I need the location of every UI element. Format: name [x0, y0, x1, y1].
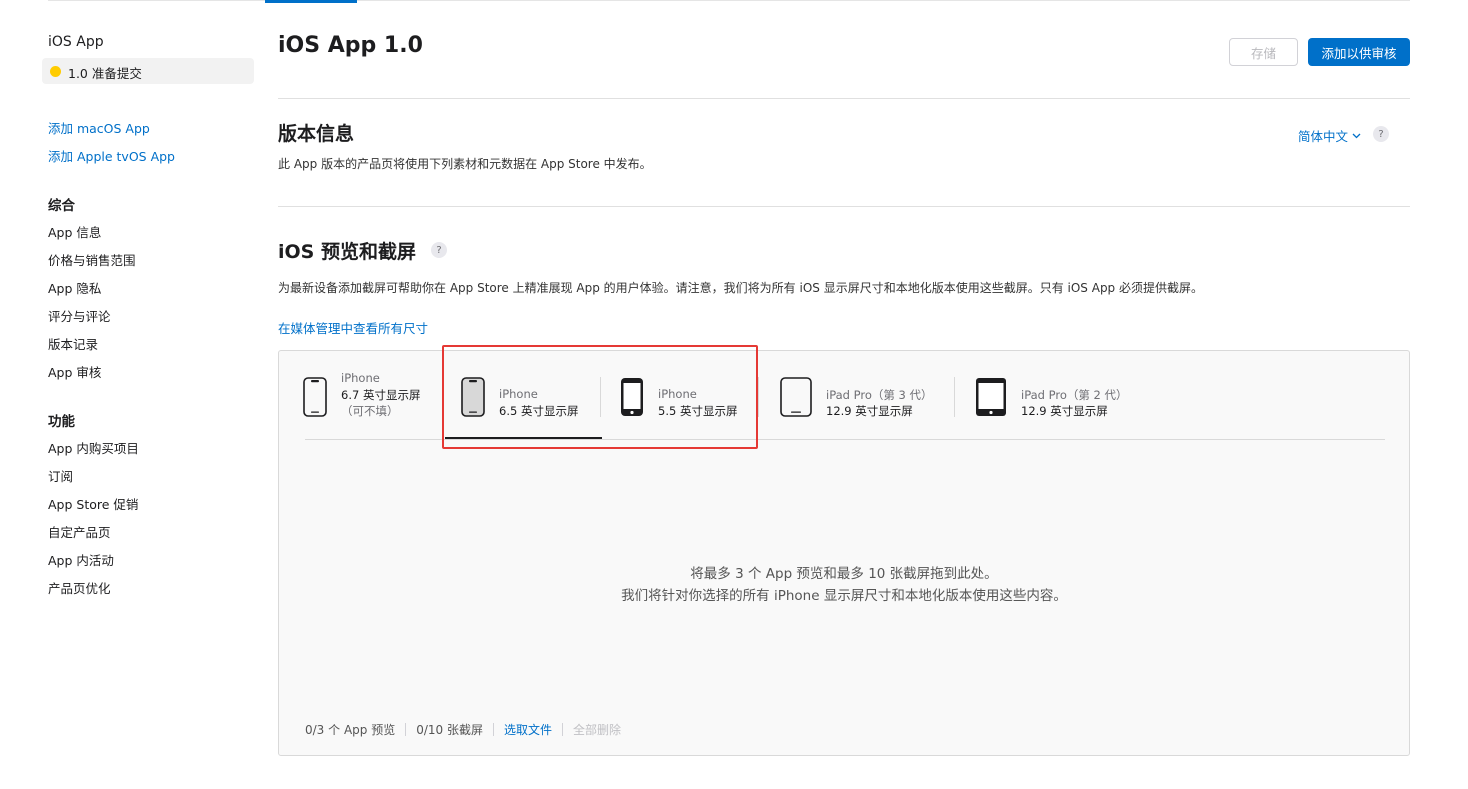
tab-device-name: iPad Pro（第 2 代） — [1021, 388, 1128, 402]
sidebar-item-in-app-events[interactable]: App 内活动 — [48, 550, 114, 569]
delete-all-link[interactable]: 全部删除 — [573, 721, 621, 738]
ipad-pro-3-icon — [780, 377, 812, 417]
tab-device-name: iPhone — [499, 387, 538, 401]
version-label: 1.0 准备提交 — [68, 66, 142, 81]
chevron-down-icon — [1352, 133, 1361, 138]
previews-help-icon[interactable]: ? — [431, 242, 447, 258]
language-select[interactable]: 简体中文 — [1298, 126, 1361, 145]
tabs-divider — [305, 439, 1385, 440]
sidebar-item-app-review[interactable]: App 审核 — [48, 362, 101, 381]
tab-separator — [954, 377, 955, 417]
tab-separator — [758, 377, 759, 417]
sidebar-item-in-app-purchases[interactable]: App 内购买项目 — [48, 438, 139, 457]
add-for-review-button[interactable]: 添加以供审核 — [1308, 38, 1410, 66]
tab-device-size: 6.5 英寸显示屏 — [499, 404, 579, 418]
previews-title: iOS 预览和截屏 — [278, 241, 416, 263]
sidebar-app-name: iOS App — [48, 34, 104, 50]
drop-zone-line-1: 将最多 3 个 App 预览和最多 10 张截屏拖到此处。 — [690, 566, 998, 582]
status-dot-icon — [50, 66, 61, 77]
footer-separator — [561, 723, 563, 736]
tab-device-size: 5.5 英寸显示屏 — [658, 404, 738, 418]
sidebar-item-ratings[interactable]: 评分与评论 — [48, 306, 111, 325]
screenshot-count: 0/10 张截屏 — [416, 723, 483, 737]
sidebar-version-item[interactable]: 1.0 准备提交 — [42, 58, 254, 84]
iphone-home-icon — [621, 378, 643, 416]
sidebar-item-version-history[interactable]: 版本记录 — [48, 334, 98, 353]
previews-description: 为最新设备添加截屏可帮助你在 App Store 上精准展现 App 的用户体验… — [278, 281, 1203, 295]
sidebar-item-page-optimization[interactable]: 产品页优化 — [48, 578, 111, 597]
active-tab-indicator — [445, 437, 602, 439]
tab-device-size: 12.9 英寸显示屏 — [1021, 404, 1108, 418]
iphone-notch-icon — [303, 377, 327, 417]
sidebar-item-custom-pages[interactable]: 自定产品页 — [48, 522, 111, 541]
preview-count: 0/3 个 App 预览 — [305, 723, 396, 737]
version-info-title: 版本信息 — [278, 123, 355, 145]
save-button[interactable]: 存储 — [1229, 38, 1298, 66]
tab-optional-note: （可不填） — [341, 404, 399, 418]
panel-footer: 0/3 个 App 预览 0/10 张截屏 选取文件 全部删除 — [305, 721, 621, 738]
sidebar-item-privacy[interactable]: App 隐私 — [48, 278, 101, 297]
language-label: 简体中文 — [1298, 129, 1349, 144]
divider — [278, 98, 1410, 99]
footer-separator — [492, 723, 494, 736]
tab-iphone-5-5[interactable]: iPhone 5.5 英寸显示屏 — [620, 369, 760, 439]
language-help-icon[interactable]: ? — [1373, 126, 1389, 142]
features-heading: 功能 — [48, 414, 75, 430]
sidebar: iOS App 1.0 准备提交 添加 macOS App 添加 Apple t… — [40, 0, 260, 789]
tab-device-size: 6.7 英寸显示屏 — [341, 388, 421, 402]
add-tvos-app-link[interactable]: 添加 Apple tvOS App — [48, 146, 175, 165]
choose-file-link[interactable]: 选取文件 — [504, 721, 552, 738]
tab-iphone-6-7[interactable]: iPhone 6.7 英寸显示屏 （可不填） — [303, 369, 443, 439]
tab-device-size: 12.9 英寸显示屏 — [826, 404, 913, 418]
tab-device-name: iPhone — [341, 371, 380, 385]
main-content: iOS App 1.0 存储 添加以供审核 版本信息 此 App 版本的产品页将… — [278, 0, 1410, 789]
tab-device-name: iPhone — [658, 387, 697, 401]
sidebar-item-pricing[interactable]: 价格与销售范围 — [48, 250, 136, 269]
sidebar-item-subscriptions[interactable]: 订阅 — [48, 466, 73, 485]
screenshot-panel: iPhone 6.7 英寸显示屏 （可不填） iPhone 6.5 英寸显示屏 … — [278, 345, 1410, 756]
drop-zone-line-2: 我们将针对你选择的所有 iPhone 显示屏尺寸和本地化版本使用这些内容。 — [621, 588, 1067, 604]
tab-ipad-pro-3[interactable]: iPad Pro（第 3 代） 12.9 英寸显示屏 — [780, 369, 940, 439]
sidebar-item-promotions[interactable]: App Store 促销 — [48, 494, 138, 513]
general-heading: 综合 — [48, 198, 75, 214]
iphone-notch-icon — [461, 377, 485, 417]
tab-separator — [600, 377, 601, 417]
tab-device-name: iPad Pro（第 3 代） — [826, 388, 933, 402]
version-info-description: 此 App 版本的产品页将使用下列素材和元数据在 App Store 中发布。 — [278, 157, 652, 171]
tab-ipad-pro-2[interactable]: iPad Pro（第 2 代） 12.9 英寸显示屏 — [975, 369, 1145, 439]
ipad-pro-2-icon — [976, 378, 1006, 416]
media-manager-link[interactable]: 在媒体管理中查看所有尺寸 — [278, 318, 428, 337]
add-macos-app-link[interactable]: 添加 macOS App — [48, 118, 150, 137]
tab-iphone-6-5[interactable]: iPhone 6.5 英寸显示屏 — [461, 369, 601, 439]
divider — [278, 206, 1410, 207]
page-title: iOS App 1.0 — [278, 33, 423, 58]
sidebar-item-app-info[interactable]: App 信息 — [48, 222, 101, 241]
footer-separator — [405, 723, 407, 736]
